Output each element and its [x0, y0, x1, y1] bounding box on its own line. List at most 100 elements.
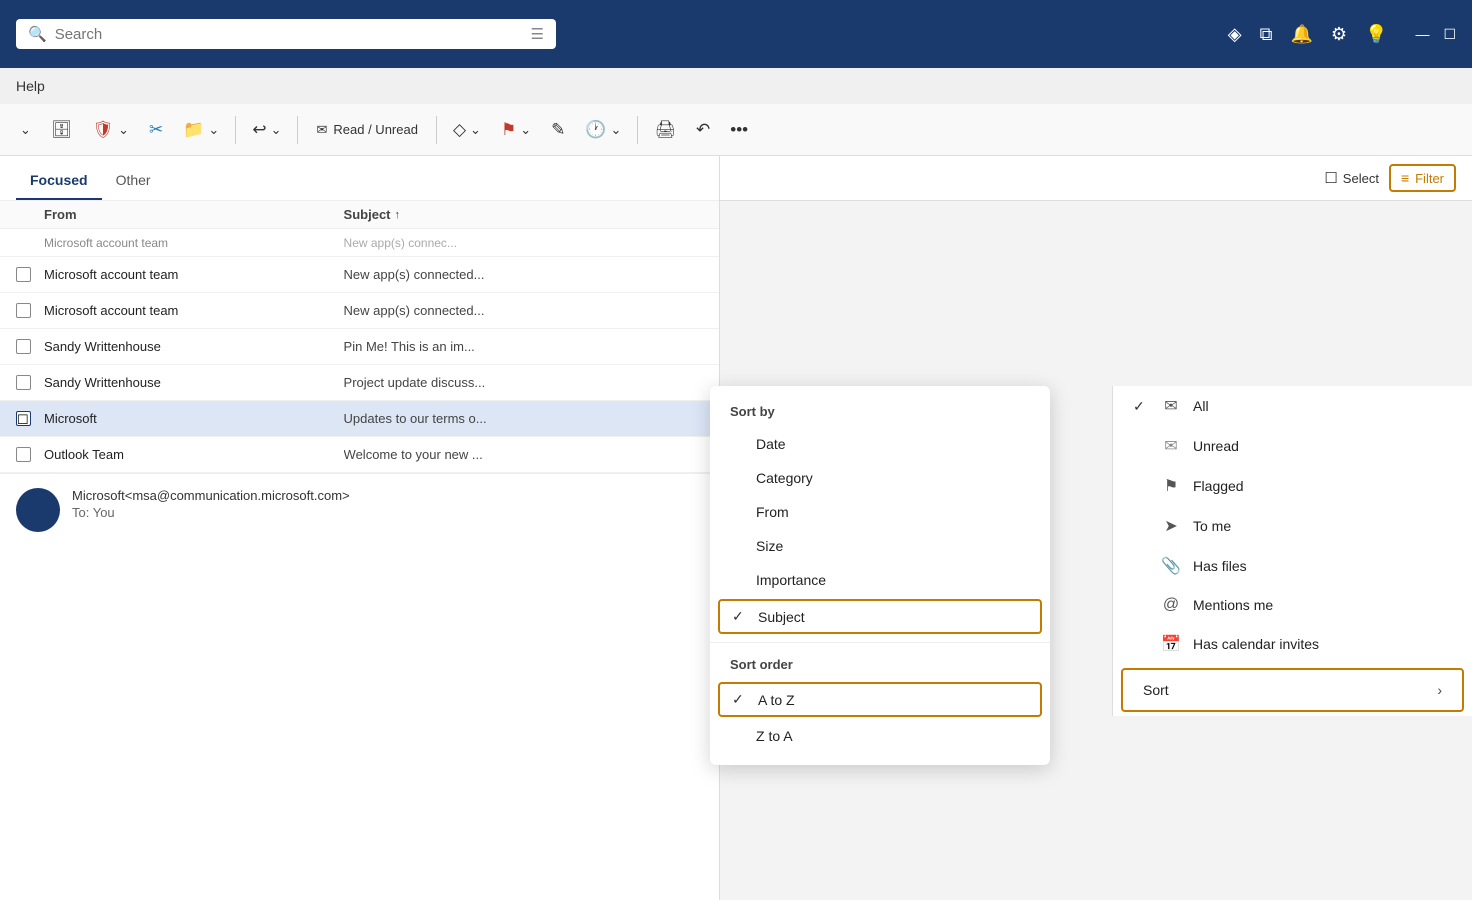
tome-icon: ➤ — [1161, 516, 1181, 536]
all-envelope-icon: ✉ — [1161, 396, 1181, 416]
paperclip-icon: 📎 — [1161, 556, 1181, 576]
email-panel: Focused Other From Subject ↑ Microsoft a… — [0, 156, 720, 900]
cut-btn[interactable]: ✂ — [141, 115, 171, 145]
at-icon: @ — [1161, 596, 1181, 614]
table-row[interactable]: Microsoft account team New app(s) connec… — [0, 257, 719, 293]
sort-size-label: Size — [756, 538, 783, 554]
select-button[interactable]: ☐ Select — [1324, 169, 1379, 187]
clipboard-icon[interactable]: ⧉ — [1260, 24, 1273, 45]
row-subject-3: Project update discuss... — [344, 375, 703, 390]
row-from-1: Microsoft account team — [44, 303, 344, 318]
row-from-4: Microsoft — [44, 411, 344, 426]
sort-footer-btn[interactable]: Sort › — [1121, 668, 1464, 712]
diamond-icon[interactable]: ◈ — [1228, 24, 1242, 45]
tab-focused[interactable]: Focused — [16, 164, 102, 200]
dropdown-divider — [710, 642, 1050, 643]
sort-from-label: From — [756, 504, 789, 520]
lightbulb-icon[interactable]: 💡 — [1365, 24, 1387, 45]
unread-envelope-icon: ✉ — [1161, 436, 1181, 456]
row-checkbox-4[interactable]: ☐ — [16, 411, 44, 426]
sort-importance-item[interactable]: Importance — [710, 563, 1050, 597]
envelope-icon: ✉ — [316, 122, 327, 138]
filter-mentions-item[interactable]: @ Mentions me — [1113, 586, 1472, 624]
flagged-icon: ⚑ — [1161, 476, 1181, 496]
order-atoz-item[interactable]: ✓ A to Z — [718, 682, 1042, 717]
preview-from: Microsoft<msa@communication.microsoft.co… — [72, 488, 350, 503]
tag-btn[interactable]: ◇ ⌄ — [445, 115, 489, 145]
scissors-icon: ✂ — [149, 120, 163, 140]
sort-category-item[interactable]: Category — [710, 461, 1050, 495]
chevron-down-btn[interactable]: ⌄ — [12, 117, 39, 143]
pin-btn[interactable]: ✎ — [543, 115, 573, 145]
search-input[interactable] — [55, 26, 523, 43]
filter-button[interactable]: ≡ Filter — [1389, 164, 1456, 192]
order-ztoa-item[interactable]: Z to A — [710, 719, 1050, 753]
filter-tome-item[interactable]: ➤ To me — [1113, 506, 1472, 546]
flag-icon: ⚑ — [501, 120, 516, 140]
undo-icon: ↶ — [696, 120, 710, 140]
filter-calendar-item[interactable]: 📅 Has calendar invites — [1113, 624, 1472, 664]
folder-btn[interactable]: 📁 ⌄ — [175, 115, 227, 145]
check-subject: ✓ — [732, 608, 748, 625]
bell-icon[interactable]: 🔔 — [1290, 24, 1312, 45]
filter-calendar-label: Has calendar invites — [1193, 636, 1319, 652]
sort-from-item[interactable]: From — [710, 495, 1050, 529]
select-label: Select — [1343, 171, 1379, 186]
minimize-icon[interactable]: — — [1415, 26, 1429, 43]
preview-to: To: You — [72, 505, 350, 520]
more-btn[interactable]: ••• — [722, 115, 756, 145]
table-row[interactable]: Sandy Writtenhouse Project update discus… — [0, 365, 719, 401]
main-content: Focused Other From Subject ↑ Microsoft a… — [0, 156, 1472, 900]
filter-label: Filter — [1415, 171, 1444, 186]
reply-btn[interactable]: ↩ ⌄ — [244, 115, 289, 145]
sort-subject-item[interactable]: ✓ Subject — [718, 599, 1042, 634]
row-checkbox-2[interactable] — [16, 339, 44, 354]
sort-date-item[interactable]: Date — [710, 427, 1050, 461]
filter-unread-item[interactable]: ✉ Unread — [1113, 426, 1472, 466]
filter-hasfiles-item[interactable]: 📎 Has files — [1113, 546, 1472, 586]
filter-all-item[interactable]: ✓ ✉ All — [1113, 386, 1472, 426]
table-row[interactable]: ☐ Microsoft Updates to our terms o... — [0, 401, 719, 437]
email-preview: Microsoft<msa@communication.microsoft.co… — [0, 473, 719, 546]
window-controls: — ☐ — [1415, 26, 1456, 43]
flag-btn[interactable]: ⚑ ⌄ — [493, 115, 539, 145]
folder-chevron-icon: ⌄ — [208, 122, 219, 138]
row-checkbox-1[interactable] — [16, 303, 44, 318]
separator-1 — [235, 116, 236, 144]
tab-other[interactable]: Other — [102, 164, 165, 200]
sort-size-item[interactable]: Size — [710, 529, 1050, 563]
read-unread-btn[interactable]: ✉ Read / Unread — [306, 117, 427, 143]
chevron-icon: ⌄ — [20, 122, 31, 138]
gear-icon[interactable]: ⚙ — [1331, 24, 1347, 45]
email-row-partial: Microsoft account team New app(s) connec… — [0, 229, 719, 257]
row-checkbox-3[interactable] — [16, 375, 44, 390]
filter-flagged-item[interactable]: ⚑ Flagged — [1113, 466, 1472, 506]
titlebar-icons: ◈ ⧉ 🔔 ⚙ 💡 — ☐ — [1228, 24, 1456, 45]
filter-panel: ✓ ✉ All ✉ Unread ⚑ Flagged ➤ To me 📎 Has… — [1112, 386, 1472, 716]
row-subject-1: New app(s) connected... — [344, 303, 703, 318]
table-row[interactable]: Sandy Writtenhouse Pin Me! This is an im… — [0, 329, 719, 365]
preview-text: Microsoft<msa@communication.microsoft.co… — [72, 488, 350, 520]
archive-btn[interactable]: 🗄 — [43, 115, 81, 145]
clock-chevron-icon: ⌄ — [611, 122, 622, 138]
row-from-3: Sandy Writtenhouse — [44, 375, 344, 390]
sort-date-label: Date — [756, 436, 786, 452]
undo-btn[interactable]: ↶ — [688, 115, 718, 145]
row-checkbox-5[interactable] — [16, 447, 44, 462]
tag-icon: ◇ — [453, 120, 466, 140]
sort-dropdown: Sort by Date Category From Size Importan… — [710, 386, 1050, 765]
clock-btn[interactable]: 🕐 ⌄ — [577, 115, 629, 145]
maximize-icon[interactable]: ☐ — [1443, 26, 1456, 43]
print-btn[interactable]: 🖨 — [646, 115, 684, 145]
sort-subject-label: Subject — [758, 609, 805, 625]
table-row[interactable]: Microsoft account team New app(s) connec… — [0, 293, 719, 329]
table-row[interactable]: Outlook Team Welcome to your new ... — [0, 437, 719, 473]
row-from-2: Sandy Writtenhouse — [44, 339, 344, 354]
row-checkbox-0[interactable] — [16, 267, 44, 282]
shield-btn[interactable]: 🛡 ⌄ — [85, 115, 138, 145]
search-box[interactable]: 🔍 ☰ — [16, 19, 556, 49]
select-icon: ☐ — [1324, 169, 1337, 187]
filter-lines-icon: ≡ — [1401, 170, 1409, 186]
sort-arrow-icon: ↑ — [395, 209, 401, 221]
flag-chevron-icon: ⌄ — [520, 122, 531, 138]
